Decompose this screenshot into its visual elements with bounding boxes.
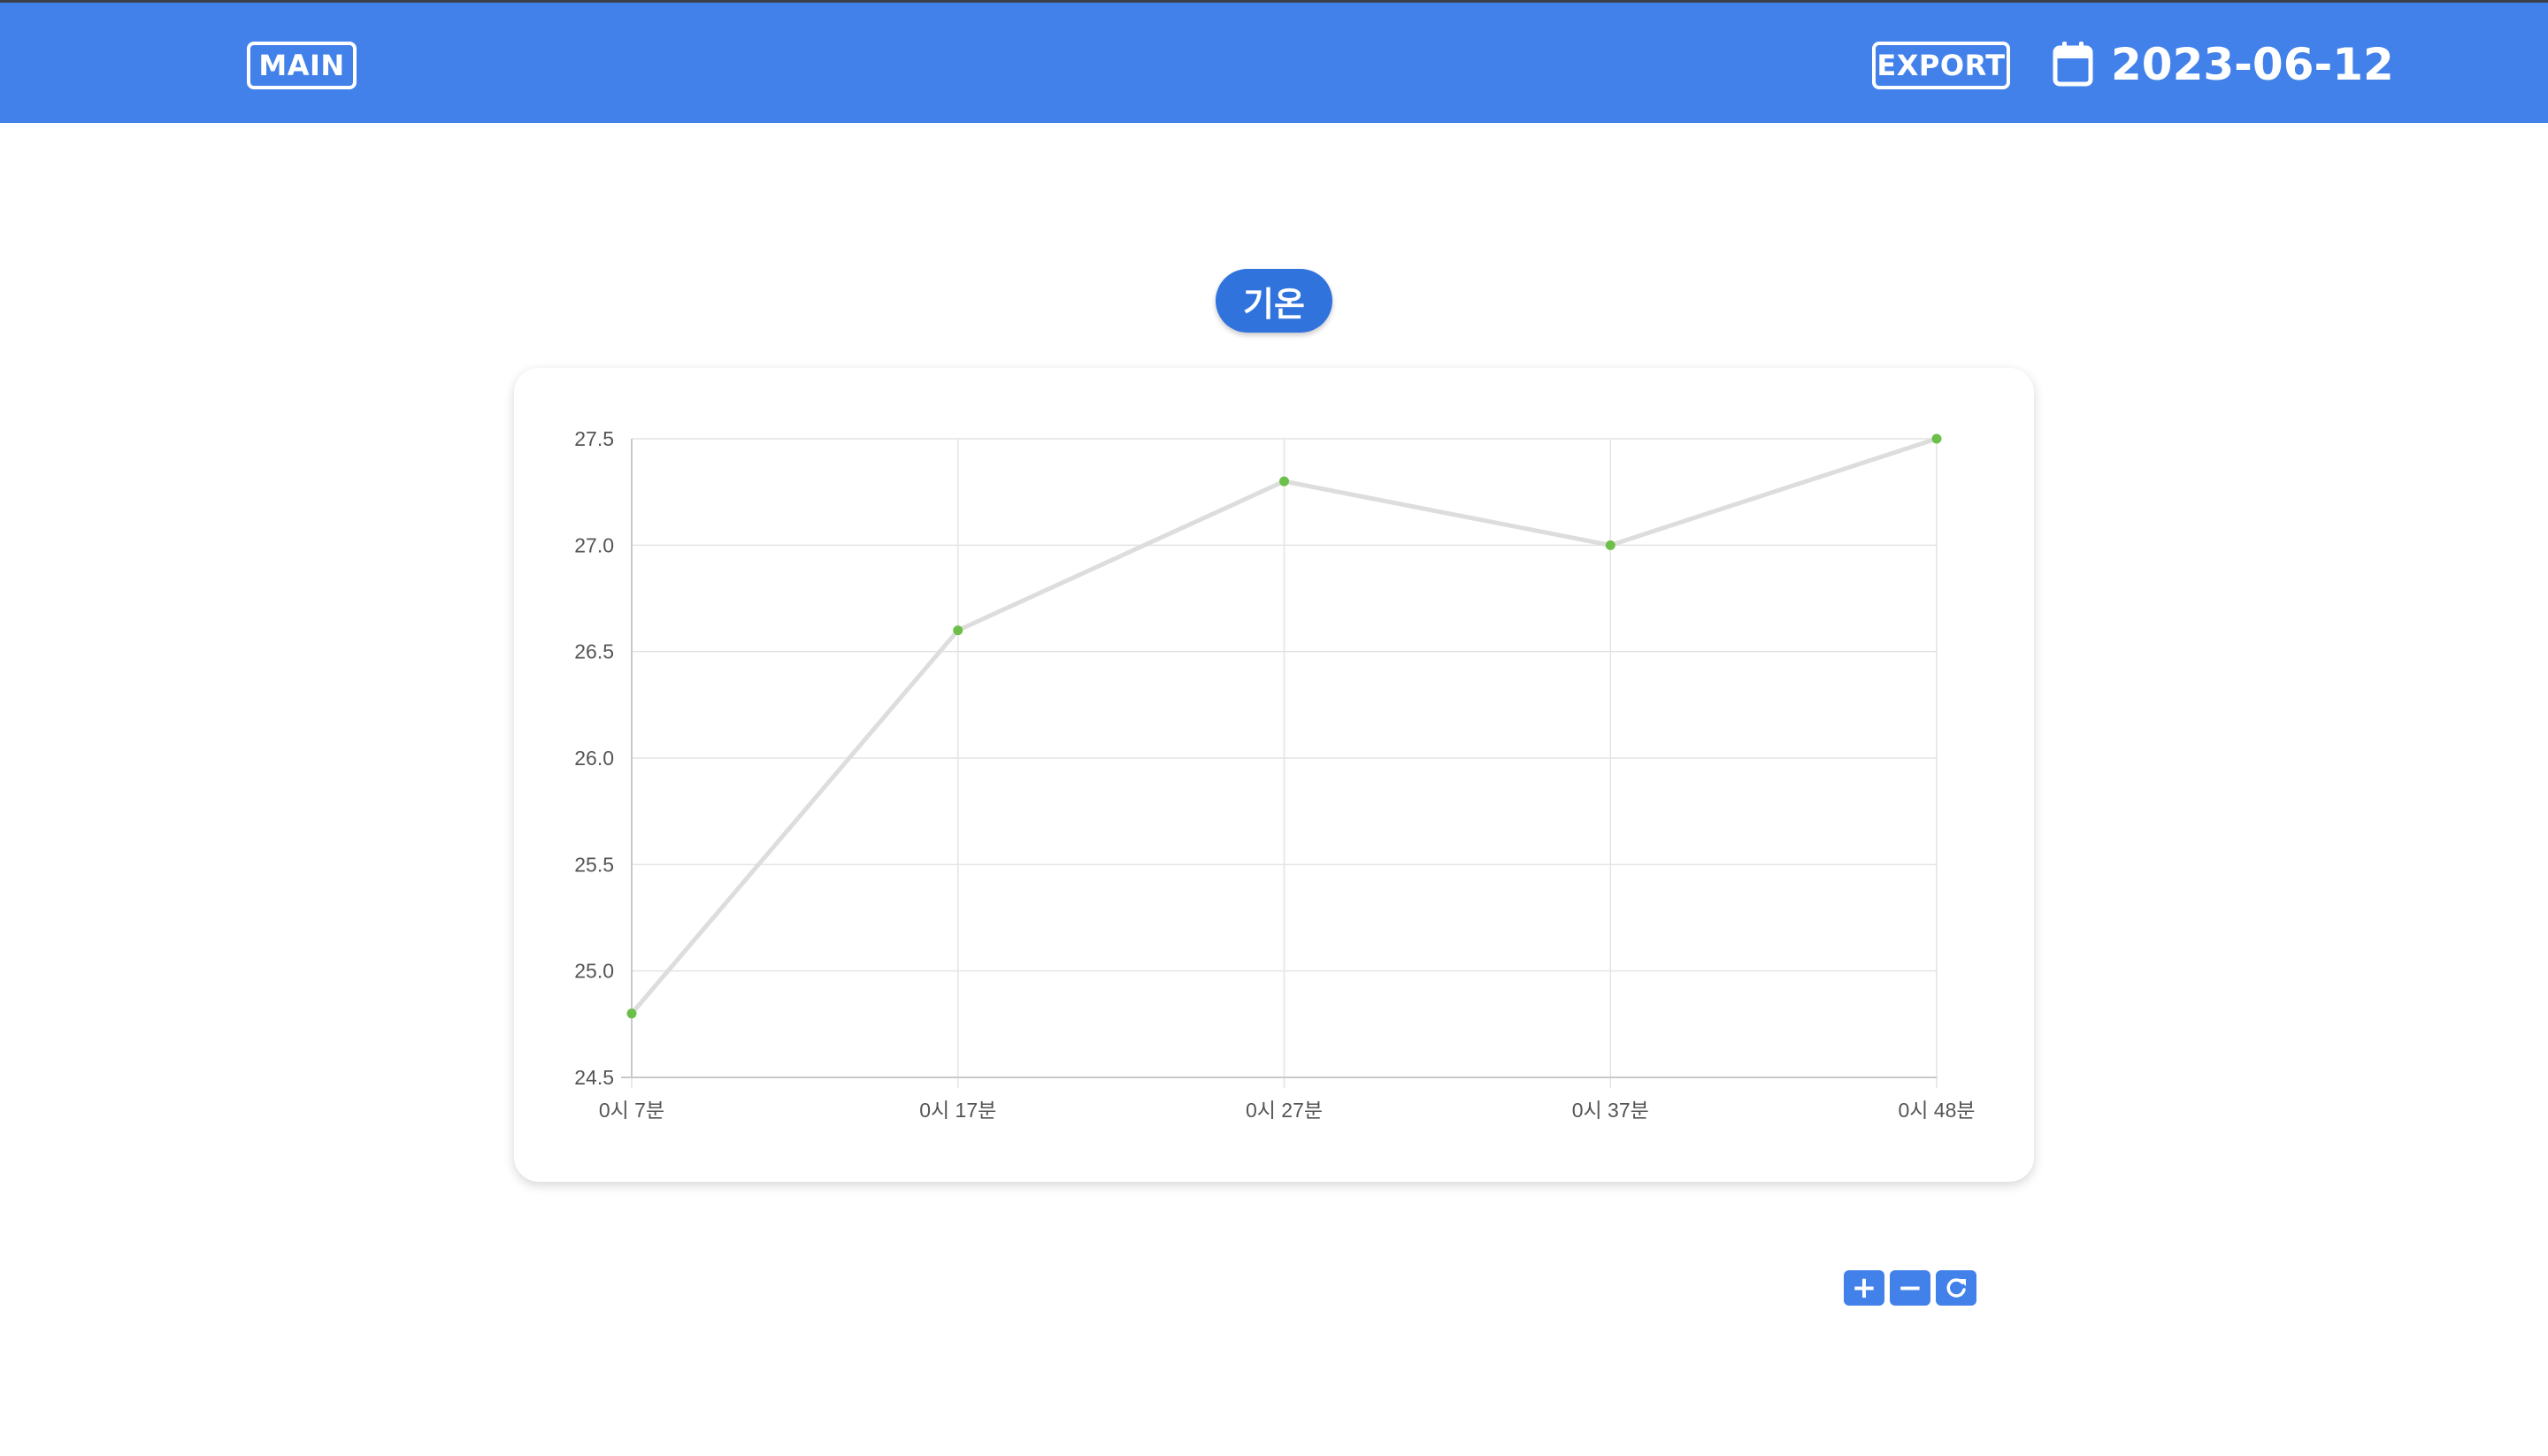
main-button[interactable]: MAIN: [247, 42, 357, 89]
x-tick-label: 0시 7분: [599, 1099, 664, 1122]
top-bar: MAIN EXPORT 2023-06-12: [0, 0, 2548, 123]
x-tick-label: 0시 37분: [1572, 1099, 1649, 1122]
reset-icon: [1946, 1278, 1966, 1298]
y-tick-label: 25.0: [574, 960, 614, 983]
zoom-in-button[interactable]: +: [1844, 1270, 1884, 1306]
zoom-reset-button[interactable]: [1936, 1270, 1976, 1306]
x-tick-label: 0시 17분: [919, 1099, 996, 1122]
y-tick-label: 27.5: [574, 427, 614, 450]
data-point: [953, 625, 963, 636]
data-point: [626, 1008, 637, 1019]
y-tick-label: 26.5: [574, 640, 614, 663]
plus-icon: +: [1851, 1270, 1877, 1306]
data-point: [1605, 540, 1616, 550]
calendar-icon[interactable]: [2053, 41, 2093, 87]
temperature-line-chart: 27.5 27.0 26.5 26.0 25.5 25.0 24.5 0시 7분 0시 17분 0…: [574, 427, 1975, 1122]
y-tick-label: 24.5: [574, 1066, 614, 1089]
x-tick-label: 0시 27분: [1246, 1099, 1323, 1122]
y-tick-label: 27.0: [574, 533, 614, 556]
y-tick-label: 26.0: [574, 747, 614, 770]
chart-title-pill: 기온: [1216, 269, 1332, 333]
export-button[interactable]: EXPORT: [1872, 42, 2010, 89]
zoom-out-button[interactable]: −: [1890, 1270, 1930, 1306]
data-point: [1931, 433, 1942, 444]
x-tick-label: 0시 48분: [1898, 1099, 1975, 1122]
data-point: [1279, 476, 1289, 487]
chart-card: 27.5 27.0 26.5 26.0 25.5 25.0 24.5 0시 7분 0시 17분 0…: [514, 368, 2034, 1182]
y-tick-label: 25.5: [574, 853, 614, 876]
minus-icon: −: [1897, 1270, 1923, 1306]
date-display[interactable]: 2023-06-12: [2111, 33, 2394, 96]
